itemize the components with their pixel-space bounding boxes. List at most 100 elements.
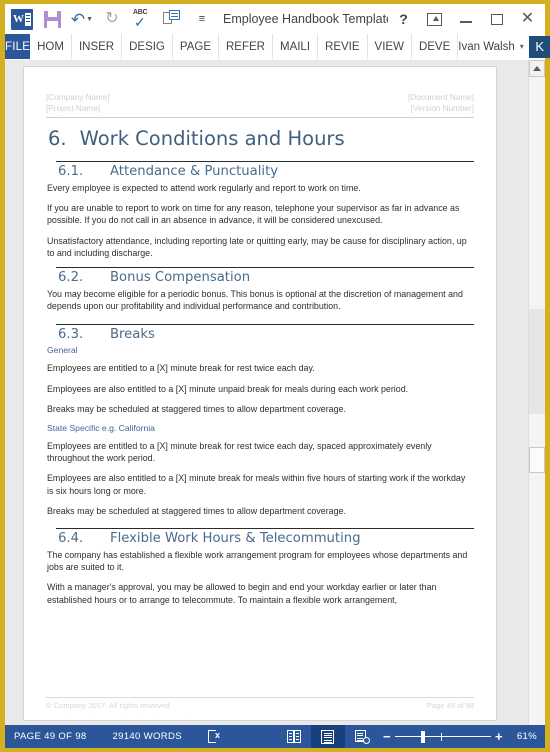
subsection-6-1: 6.1. Attendance & Punctuality Every emplo… bbox=[46, 161, 474, 259]
status-bar: PAGE 49 OF 98 29140 WORDS x − + 61% bbox=[5, 725, 545, 748]
tab-home[interactable]: HOM bbox=[30, 34, 72, 59]
chevron-down-icon[interactable]: ▾ bbox=[520, 42, 524, 51]
undo-dropdown-icon[interactable]: ▼ bbox=[86, 16, 93, 23]
document-canvas[interactable]: [Company Name] [Project Name] [Document … bbox=[5, 60, 528, 725]
paragraph: The company has established a flexible w… bbox=[47, 550, 468, 573]
print-layout-icon bbox=[321, 729, 335, 744]
undo-button[interactable]: ↶ ▼ bbox=[67, 5, 97, 33]
document-page[interactable]: [Company Name] [Project Name] [Document … bbox=[23, 66, 497, 721]
paragraph: Employees are also entitled to a [X] min… bbox=[47, 473, 466, 496]
tab-insert[interactable]: INSER bbox=[72, 34, 123, 59]
save-button[interactable] bbox=[37, 5, 67, 33]
paragraph: If you are unable to report to work on t… bbox=[47, 203, 460, 226]
print-preview-icon bbox=[163, 10, 181, 28]
paragraph: With a manager's approval, you may be al… bbox=[47, 582, 437, 605]
tab-references[interactable]: REFER bbox=[219, 34, 273, 59]
spellcheck-icon: ABC ✓ bbox=[132, 9, 152, 29]
web-layout-icon bbox=[354, 730, 370, 744]
customize-qat-button[interactable]: ≡ bbox=[187, 5, 217, 33]
tab-page-layout[interactable]: PAGE bbox=[173, 34, 219, 59]
document-title: Employee Handbook Template... bbox=[223, 12, 388, 26]
paragraph: Employees are entitled to a [X] minute b… bbox=[47, 363, 315, 374]
section-title-text: Work Conditions and Hours bbox=[79, 127, 345, 150]
title-bar: W ↶ ▼ ↻ ABC ✓ ≡ Employee Handbook Templa… bbox=[5, 4, 545, 34]
avatar[interactable]: K bbox=[528, 35, 550, 58]
view-read-mode-button[interactable] bbox=[277, 725, 311, 748]
user-name-label: Ivan Walsh bbox=[458, 40, 515, 53]
view-web-layout-button[interactable] bbox=[345, 725, 379, 748]
save-icon bbox=[43, 10, 61, 28]
tab-file[interactable]: FILE bbox=[5, 34, 31, 59]
subsection-number: 6.1. bbox=[58, 164, 84, 179]
scrollbar-split-button[interactable] bbox=[529, 447, 545, 473]
word-count-indicator[interactable]: 29140 WORDS bbox=[113, 731, 182, 742]
zoom-out-button[interactable]: − bbox=[379, 730, 395, 743]
help-icon: ? bbox=[399, 11, 408, 27]
zoom-slider[interactable] bbox=[394, 730, 491, 744]
footer-page-number: Page 49 of 98 bbox=[426, 701, 474, 710]
scrollbar-track[interactable] bbox=[529, 77, 545, 725]
minimize-button[interactable] bbox=[450, 5, 481, 33]
help-button[interactable]: ? bbox=[388, 5, 419, 33]
print-preview-button[interactable] bbox=[157, 5, 187, 33]
redo-icon: ↻ bbox=[105, 10, 119, 27]
subsection-title-text: Flexible Work Hours & Telecommuting bbox=[110, 531, 361, 547]
page-title: 6. Work Conditions and Hours bbox=[46, 127, 474, 150]
version-number-placeholder: [Version Number] bbox=[410, 104, 474, 113]
tab-view[interactable]: VIEW bbox=[368, 34, 412, 59]
tab-review[interactable]: REVIE bbox=[318, 34, 368, 59]
subsection-divider bbox=[56, 161, 474, 162]
subsection-divider bbox=[56, 324, 474, 326]
user-account-area[interactable]: Ivan Walsh ▾ K bbox=[458, 34, 550, 59]
scrollbar-thumb[interactable] bbox=[529, 309, 545, 414]
paragraph: Breaks may be scheduled at staggered tim… bbox=[47, 505, 346, 516]
tab-design[interactable]: DESIG bbox=[122, 34, 173, 59]
page-header-left: [Company Name] [Project Name] bbox=[46, 92, 110, 114]
close-button[interactable]: ✕ bbox=[512, 5, 543, 33]
subsection-6-4: 6.4. Flexible Work Hours & Telecommuting … bbox=[46, 528, 474, 606]
close-icon: ✕ bbox=[520, 10, 535, 27]
zoom-level-label[interactable]: 61% bbox=[517, 731, 537, 742]
ribbon-display-icon bbox=[427, 12, 442, 26]
checkmark-icon: ✓ bbox=[134, 14, 146, 30]
undo-icon: ↶ bbox=[70, 9, 86, 29]
watermark-text: wwwheritagechristiancollege.com bbox=[40, 717, 242, 720]
ribbon-tab-strip: FILE HOM INSER DESIG PAGE REFER MAILI RE… bbox=[5, 34, 550, 60]
zoom-controls: − + 61% bbox=[379, 730, 545, 744]
page-indicator[interactable]: PAGE 49 OF 98 bbox=[14, 731, 87, 742]
word-window: W ↶ ▼ ↻ ABC ✓ ≡ Employee Handbook Templa… bbox=[0, 0, 550, 752]
error-x-icon: x bbox=[214, 729, 221, 740]
page-footer: © Company 2017. All rights reserved. Pag… bbox=[40, 697, 474, 720]
subsection-6-2: 6.2. Bonus Compensation You may become el… bbox=[46, 267, 474, 312]
header-divider bbox=[46, 117, 474, 118]
maximize-button[interactable] bbox=[481, 5, 512, 33]
proofing-errors-icon[interactable]: x bbox=[207, 729, 224, 744]
read-mode-icon bbox=[286, 730, 301, 743]
tab-mailings[interactable]: MAILI bbox=[273, 34, 319, 59]
subsection-divider bbox=[56, 267, 474, 269]
zoom-slider-midpoint bbox=[440, 732, 443, 741]
subsection-heading: 6.2. Bonus Compensation bbox=[46, 270, 474, 285]
scroll-up-button[interactable] bbox=[529, 60, 545, 77]
subsection-divider bbox=[56, 528, 474, 530]
page-front-icon bbox=[169, 10, 180, 20]
zoom-in-button[interactable]: + bbox=[491, 730, 507, 743]
paragraph: Employees are entitled to a [X] minute b… bbox=[47, 441, 432, 464]
document-name-placeholder: [Document Name] bbox=[408, 93, 474, 102]
word-logo-icon: W bbox=[11, 8, 33, 30]
redo-button[interactable]: ↻ bbox=[97, 5, 127, 33]
ribbon-display-options-button[interactable] bbox=[419, 5, 450, 33]
word-app-icon[interactable]: W bbox=[7, 5, 37, 33]
subsection-title-text: Bonus Compensation bbox=[110, 270, 251, 286]
vertical-scrollbar[interactable] bbox=[528, 60, 545, 725]
word-logo-letter: W bbox=[13, 12, 24, 25]
zoom-slider-thumb[interactable] bbox=[420, 730, 425, 743]
subsection-heading: 6.1. Attendance & Punctuality bbox=[46, 164, 474, 179]
project-name-placeholder: [Project Name] bbox=[46, 104, 101, 113]
view-print-layout-button[interactable] bbox=[310, 725, 345, 748]
tab-developer[interactable]: DEVE bbox=[412, 34, 459, 59]
paragraph: Breaks may be scheduled at staggered tim… bbox=[47, 403, 346, 414]
subheading-general: General bbox=[47, 345, 78, 356]
footer-divider bbox=[46, 697, 474, 698]
spelling-check-button[interactable]: ABC ✓ bbox=[127, 5, 157, 33]
